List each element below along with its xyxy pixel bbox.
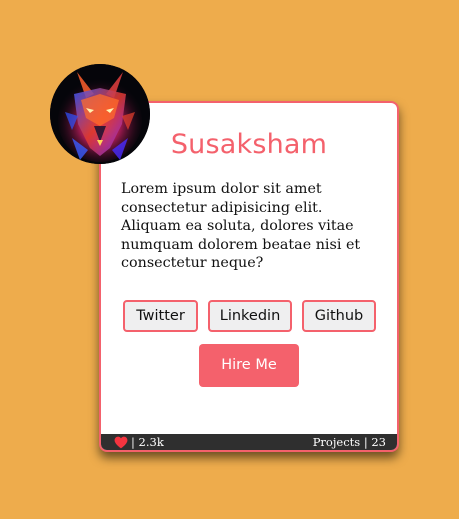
twitter-button[interactable]: Twitter — [123, 300, 198, 332]
profile-bio: Lorem ipsum dolor sit amet consectetur a… — [121, 181, 361, 271]
projects-count: Projects | 23 — [312, 435, 386, 449]
hire-me-button[interactable]: Hire Me — [199, 344, 299, 387]
linkedin-button[interactable]: Linkedin — [208, 300, 292, 332]
likes-section: | 2.3k — [114, 434, 164, 450]
profile-card: Susaksham Lorem ipsum dolor sit amet con… — [99, 101, 399, 452]
page: Susaksham Lorem ipsum dolor sit amet con… — [0, 0, 459, 519]
github-button[interactable]: Github — [302, 300, 376, 332]
heart-icon[interactable] — [114, 436, 128, 449]
likes-count: | 2.3k — [131, 435, 164, 449]
wolf-avatar-icon — [50, 64, 150, 164]
card-footer: | 2.3k Projects | 23 — [101, 434, 397, 450]
